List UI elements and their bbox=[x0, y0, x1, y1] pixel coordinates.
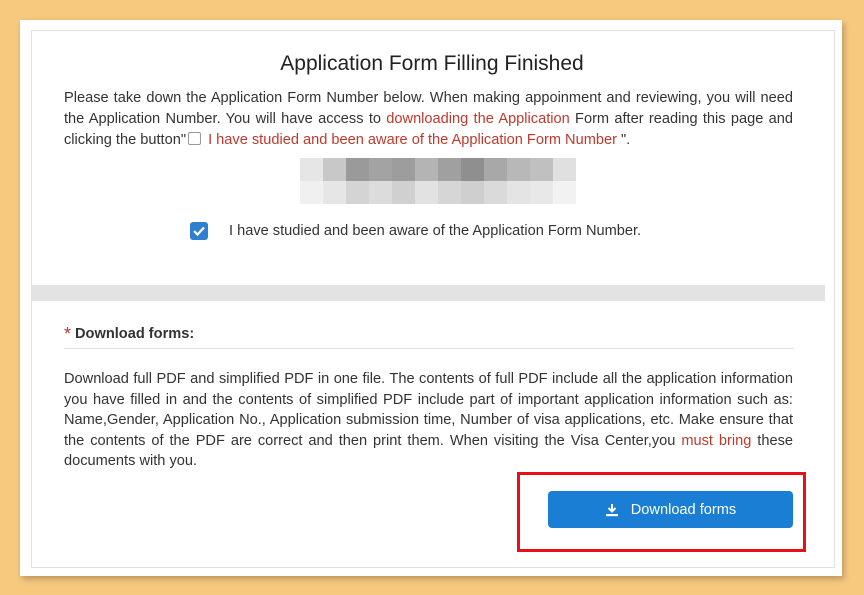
required-mark: * bbox=[64, 324, 72, 344]
intro-part-3: ". bbox=[616, 132, 631, 148]
download-section-heading: * Download forms: bbox=[64, 324, 194, 345]
intro-quote-label: I have studied and been aware of the App… bbox=[204, 132, 617, 148]
download-forms-button[interactable]: Download forms bbox=[548, 491, 793, 528]
download-icon bbox=[605, 503, 619, 517]
download-application-link[interactable]: downloading the Application bbox=[386, 111, 569, 127]
section-divider bbox=[32, 285, 825, 301]
acknowledge-label: I have studied and been aware of the App… bbox=[229, 223, 642, 239]
inline-checkbox-icon bbox=[188, 132, 202, 145]
heading-underline bbox=[64, 348, 794, 349]
download-forms-button-label: Download forms bbox=[630, 501, 737, 518]
must-bring-emphasis: must bring bbox=[681, 432, 752, 449]
download-heading-text: Download forms: bbox=[75, 326, 195, 342]
application-number-redacted bbox=[300, 158, 576, 204]
page-title: Application Form Filling Finished bbox=[280, 52, 584, 75]
intro-text: Please take down the Application Form Nu… bbox=[64, 88, 793, 151]
acknowledge-checkbox[interactable] bbox=[190, 222, 208, 240]
download-description: Download full PDF and simplified PDF in … bbox=[64, 369, 793, 472]
checkmark-icon bbox=[193, 226, 205, 236]
